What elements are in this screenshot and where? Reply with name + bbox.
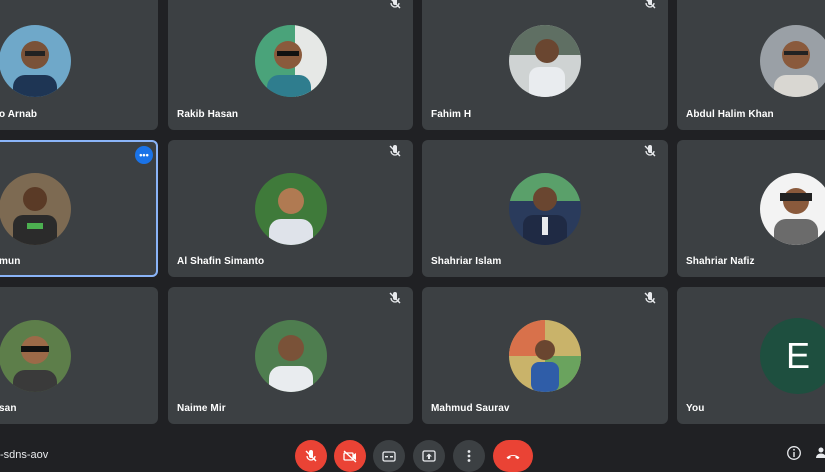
participant-avatar [0,319,71,392]
participant-avatar [254,319,327,392]
participant-name: o Arnab [0,109,38,120]
present-screen-button[interactable] [413,440,445,472]
participant-avatar [254,25,327,97]
more-options-button[interactable] [453,440,485,472]
participant-tile[interactable]: san [0,287,158,424]
camera-off-icon [343,450,357,463]
mic-off-icon [642,143,658,159]
participant-name: You [686,403,705,414]
participant-avatar [254,172,327,245]
mic-off-icon [642,0,658,11]
participant-tile[interactable]: Fahim H [422,0,668,130]
participant-tile-self[interactable]: E You [677,287,825,424]
mic-off-icon [642,290,658,306]
meeting-code: -sdns-aov [0,449,49,461]
participant-name: Shahriar Nafiz [686,256,755,267]
participant-name: Fahim H [431,109,472,120]
participant-tile[interactable]: Naime Mir [168,287,413,424]
participant-avatar [760,25,825,97]
toggle-mic-button[interactable] [295,440,327,472]
captions-icon [382,451,396,462]
leave-call-button[interactable] [493,440,533,472]
self-avatar: E [760,317,825,394]
participant-avatar [509,25,581,97]
participant-tile[interactable]: Abdul Halim Khan [677,0,825,130]
participant-avatar [509,172,581,245]
participant-name: Al Shafin Simanto [177,256,265,267]
mic-off-icon [387,143,403,159]
participant-tile[interactable]: Shahriar Nafiz [677,140,825,277]
captions-button[interactable] [373,440,405,472]
mic-off-icon [387,0,403,11]
participants-icon[interactable] [815,445,825,461]
toggle-camera-button[interactable] [334,440,366,472]
participant-tile[interactable]: Mahmud Saurav [422,287,668,424]
participant-avatar [0,172,71,245]
participant-avatar [509,319,581,392]
participant-name: mun [0,256,21,267]
participant-name: Rakib Hasan [177,109,239,120]
more-vert-icon [467,450,471,462]
mic-off-icon [305,450,317,462]
participant-name: Naime Mir [177,403,226,414]
mic-off-icon [387,290,403,306]
participant-tile-active[interactable]: ••• mun [0,140,158,277]
participant-tile[interactable]: o Arnab [0,0,158,130]
present-icon [422,450,436,462]
participant-name: Mahmud Saurav [431,403,510,414]
bottom-control-bar: -sdns-aov [0,432,825,472]
participant-tile[interactable]: Al Shafin Simanto [168,140,413,277]
participant-tile[interactable]: Shahriar Islam [422,140,668,277]
participant-name: Abdul Halim Khan [686,109,774,120]
participant-tile[interactable]: Rakib Hasan [168,0,413,130]
participant-avatar [0,25,71,97]
participant-avatar [760,172,825,245]
meeting-info-icon[interactable] [786,445,802,461]
more-options-icon[interactable]: ••• [135,146,153,164]
participant-name: san [0,403,17,414]
call-end-icon [506,455,520,460]
participant-name: Shahriar Islam [431,256,502,267]
